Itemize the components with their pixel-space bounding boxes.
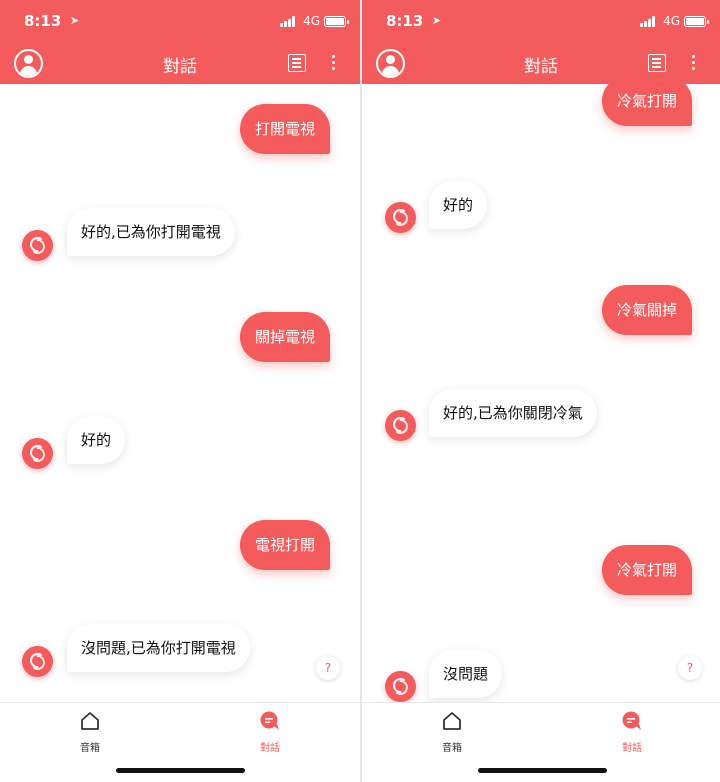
tab-speaker-label: 音箱	[442, 743, 462, 754]
status-time: 8:13	[24, 12, 62, 30]
tab-speaker-label: 音箱	[80, 743, 100, 754]
bot-message: 好的,已為你關閉冷氣	[429, 389, 597, 437]
chat-area: 冷氣打開 好的 冷氣關掉 好的,已為你關閉冷氣 冷氣打開 沒問題 ?	[362, 84, 720, 702]
list-icon[interactable]	[288, 54, 306, 72]
user-message: 冷氣關掉	[601, 285, 692, 335]
status-bar: 8:13 ➤ 4G	[0, 12, 360, 34]
home-indicator	[478, 768, 607, 773]
page-title: 對話	[524, 57, 558, 77]
user-message: 打開電視	[239, 104, 330, 154]
signal-icon	[280, 16, 298, 27]
bot-message: 沒問題,已為你打開電視	[67, 624, 250, 672]
bot-avatar-icon	[22, 646, 53, 677]
page-title: 對話	[163, 57, 197, 77]
bot-message: 好的	[67, 416, 126, 464]
battery-icon	[324, 16, 349, 27]
chat-icon	[622, 711, 641, 730]
tab-speaker[interactable]: 音箱	[422, 709, 482, 754]
location-arrow-icon: ➤	[70, 14, 80, 27]
bot-message: 好的,已為你打開電視	[67, 208, 235, 256]
location-arrow-icon: ➤	[432, 14, 442, 27]
bot-avatar-icon	[22, 230, 53, 261]
user-message: 電視打開	[239, 520, 330, 570]
user-message: 冷氣打開	[601, 84, 692, 126]
top-bar: 8:13 ➤ 4G 對話	[0, 0, 360, 84]
network-type: 4G	[303, 14, 320, 28]
tab-dialog[interactable]: 對話	[240, 709, 300, 754]
home-icon	[443, 712, 461, 730]
bot-message: 沒問題	[429, 650, 503, 698]
help-button[interactable]: ?	[316, 656, 340, 680]
left-screen: 8:13 ➤ 4G 對話 打開電視 好的,已為你打開電視 關掉電視 好的 電視打…	[0, 0, 360, 782]
tab-dialog-label: 對話	[260, 743, 280, 754]
home-indicator	[116, 768, 245, 773]
help-button[interactable]: ?	[678, 656, 702, 680]
signal-icon	[640, 16, 658, 27]
user-message: 冷氣打開	[601, 545, 692, 595]
bot-avatar-icon	[385, 671, 416, 702]
tab-dialog[interactable]: 對話	[602, 709, 662, 754]
more-menu-icon[interactable]	[332, 55, 336, 71]
chat-icon	[260, 711, 279, 730]
bot-message: 好的	[429, 181, 488, 229]
status-bar: 8:13 ➤ 4G	[362, 12, 720, 34]
home-icon	[81, 712, 99, 730]
right-screen: 8:13 ➤ 4G 對話 冷氣打開 好的 冷氣關掉 好的,已為你關閉冷氣 冷氣打…	[362, 0, 720, 782]
tab-speaker[interactable]: 音箱	[60, 709, 120, 754]
network-type: 4G	[663, 14, 680, 28]
top-bar: 8:13 ➤ 4G 對話	[362, 0, 720, 84]
user-message: 關掉電視	[239, 312, 330, 362]
bot-avatar-icon	[385, 202, 416, 233]
chat-area: 打開電視 好的,已為你打開電視 關掉電視 好的 電視打開 沒問題,已為你打開電視…	[0, 84, 360, 702]
status-time: 8:13	[386, 12, 424, 30]
bot-avatar-icon	[385, 410, 416, 441]
list-icon[interactable]	[648, 54, 666, 72]
bot-avatar-icon	[22, 438, 53, 469]
more-menu-icon[interactable]	[692, 55, 696, 71]
tab-dialog-label: 對話	[622, 743, 642, 754]
battery-icon	[684, 16, 709, 27]
